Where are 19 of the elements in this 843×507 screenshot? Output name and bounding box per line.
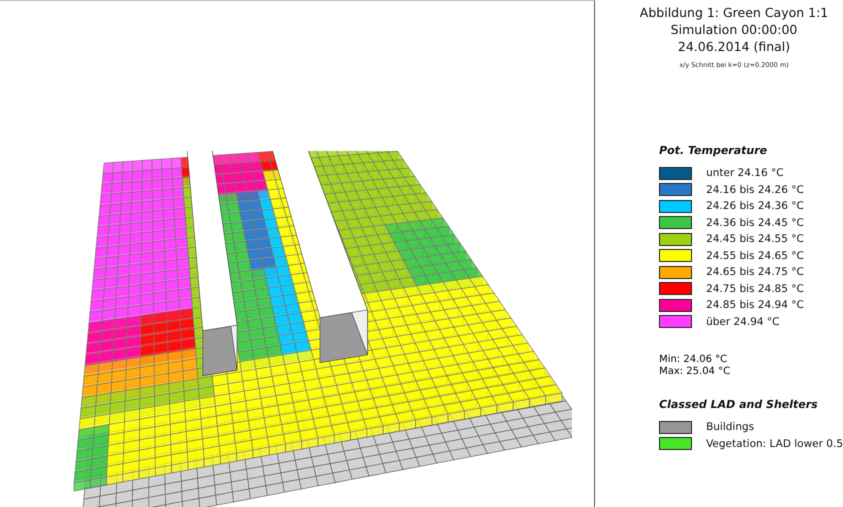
legend-title: Pot. Temperature — [659, 144, 768, 157]
simulation-date: 24.06.2014 (final) — [678, 38, 790, 55]
legend-label: 24.45 bis 24.55 °C — [706, 233, 804, 246]
legend-label: über 24.94 °C — [706, 316, 780, 328]
legend-title: Classed LAD and Shelters — [659, 398, 819, 411]
legend-label: 24.16 bis 24.26 °C — [706, 184, 804, 196]
simulation-time: Simulation 00:00:00 — [670, 21, 798, 38]
legend-label: 24.55 bis 24.65 °C — [706, 250, 804, 262]
legend-label: unter 24.16 °C — [706, 167, 784, 180]
legend-label: 24.65 bis 24.75 °C — [706, 266, 804, 278]
legend-label: Buildings — [706, 421, 754, 434]
legend-label: 24.26 bis 24.36 °C — [706, 200, 804, 212]
max-value: Max: 25.04 °C — [659, 366, 732, 378]
legend-label: 24.75 bis 24.85 °C — [706, 282, 804, 295]
figure-title: Abbildung 1: Green Cayon 1:1 — [640, 4, 828, 21]
legend-label: Vegetation: LAD lower 0.5 — [706, 438, 843, 450]
legend-label: 24.85 bis 24.94 °C — [706, 299, 804, 312]
legend-label: 24.36 bis 24.45 °C — [706, 216, 804, 229]
min-value: Min: 24.06 °C — [659, 354, 728, 366]
